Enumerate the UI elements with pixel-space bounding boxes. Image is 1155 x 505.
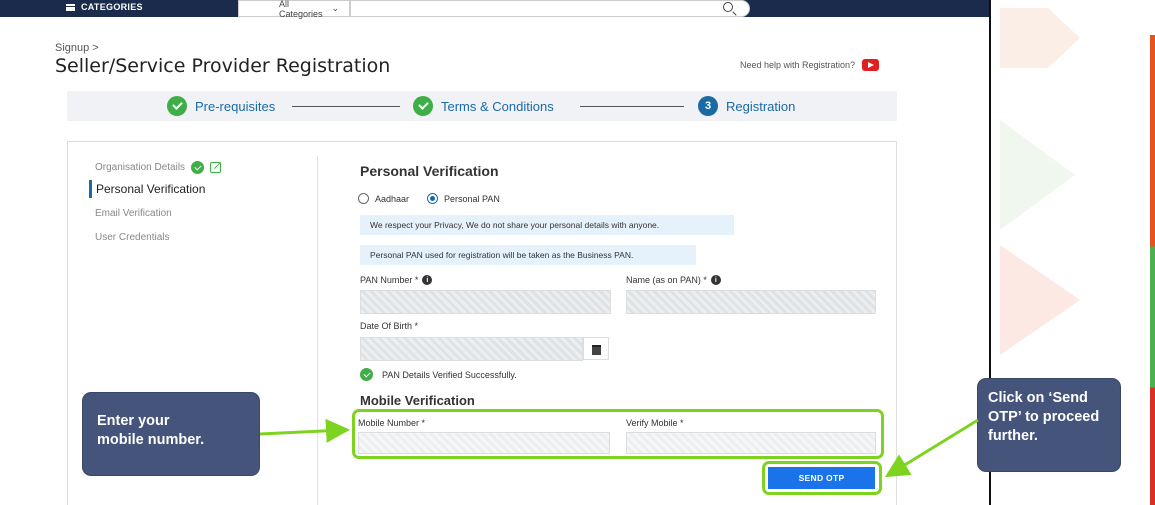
- arrow-to-send-otp: [884, 418, 979, 478]
- callout-arrows: [259, 418, 979, 478]
- arrow-to-mobile-field: [259, 418, 350, 443]
